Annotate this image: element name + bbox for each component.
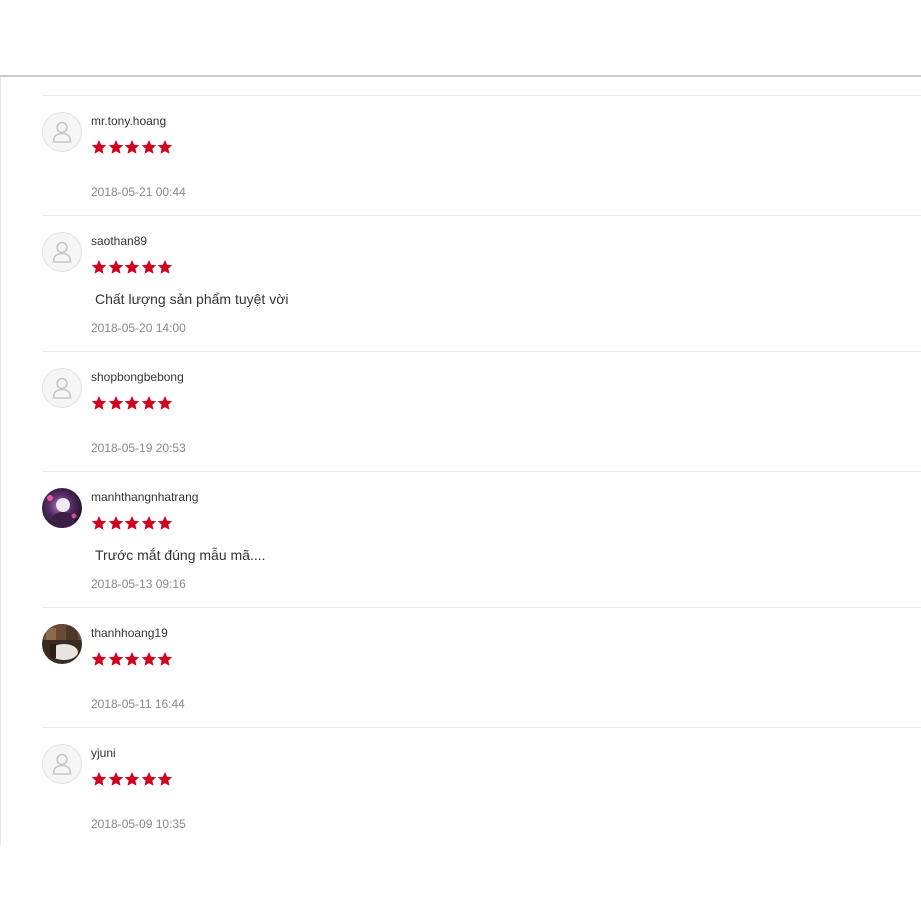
review-author[interactable]: manhthangnhatrang bbox=[91, 490, 198, 504]
review-comment: Trước mắt đúng mẫu mã.... bbox=[95, 547, 266, 563]
star-icon bbox=[124, 140, 140, 154]
review-date: 2018-05-11 16:44 bbox=[91, 697, 185, 711]
avatar[interactable] bbox=[42, 744, 82, 784]
review-item: mr.tony.hoang 2018-05-21 00:44 bbox=[42, 95, 921, 215]
review-item: saothan89 Chất lượng sản phẩm tuyệt vời … bbox=[42, 215, 921, 351]
star-icon bbox=[108, 772, 123, 786]
star-icon bbox=[91, 396, 107, 410]
star-icon bbox=[141, 396, 156, 410]
star-rating bbox=[91, 395, 174, 411]
star-icon bbox=[91, 516, 107, 530]
star-rating bbox=[91, 259, 174, 275]
review-author[interactable]: thanhhoang19 bbox=[91, 626, 168, 640]
review-author[interactable]: yjuni bbox=[91, 746, 116, 760]
user-photo-avatar bbox=[42, 488, 82, 528]
review-comment: Chất lượng sản phẩm tuyệt vời bbox=[95, 291, 289, 307]
avatar[interactable] bbox=[42, 488, 82, 528]
avatar[interactable] bbox=[42, 624, 82, 664]
star-icon bbox=[124, 396, 140, 410]
star-icon bbox=[124, 516, 140, 530]
star-icon bbox=[141, 260, 156, 274]
star-rating bbox=[91, 515, 174, 531]
star-icon bbox=[108, 260, 123, 274]
review-author[interactable]: mr.tony.hoang bbox=[91, 114, 166, 128]
top-blank-area bbox=[0, 0, 921, 75]
review-date: 2018-05-19 20:53 bbox=[91, 441, 186, 455]
star-icon bbox=[157, 772, 173, 786]
star-icon bbox=[108, 516, 123, 530]
user-photo-avatar bbox=[42, 624, 82, 664]
star-rating bbox=[91, 771, 174, 787]
star-rating bbox=[91, 651, 174, 667]
star-icon bbox=[141, 772, 156, 786]
review-author[interactable]: saothan89 bbox=[91, 234, 147, 248]
review-date: 2018-05-20 14:00 bbox=[91, 321, 186, 335]
avatar[interactable] bbox=[42, 232, 82, 272]
review-date: 2018-05-13 09:16 bbox=[91, 577, 186, 591]
star-icon bbox=[157, 396, 173, 410]
star-icon bbox=[157, 140, 173, 154]
star-icon bbox=[157, 516, 173, 530]
star-icon bbox=[108, 140, 123, 154]
avatar[interactable] bbox=[42, 112, 82, 152]
star-icon bbox=[124, 260, 140, 274]
review-item: manhthangnhatrang Trước mắt đúng mẫu mã.… bbox=[42, 471, 921, 607]
review-date: 2018-05-09 10:35 bbox=[91, 817, 186, 831]
review-date: 2018-05-21 00:44 bbox=[91, 185, 186, 199]
default-user-icon bbox=[52, 241, 72, 263]
reviews-panel: mr.tony.hoang 2018-05-21 00:44 saothan89… bbox=[0, 77, 921, 845]
star-rating bbox=[91, 139, 174, 155]
review-item: shopbongbebong 2018-05-19 20:53 bbox=[42, 351, 921, 471]
star-icon bbox=[124, 652, 140, 666]
star-icon bbox=[141, 652, 156, 666]
star-icon bbox=[157, 260, 173, 274]
review-list: mr.tony.hoang 2018-05-21 00:44 saothan89… bbox=[42, 95, 921, 847]
star-icon bbox=[91, 140, 107, 154]
star-icon bbox=[157, 652, 173, 666]
star-icon bbox=[141, 516, 156, 530]
star-icon bbox=[91, 772, 107, 786]
avatar[interactable] bbox=[42, 368, 82, 408]
review-item: thanhhoang19 2018-05-11 16:44 bbox=[42, 607, 921, 727]
star-icon bbox=[108, 396, 123, 410]
star-icon bbox=[91, 260, 107, 274]
default-user-icon bbox=[52, 753, 72, 775]
default-user-icon bbox=[52, 121, 72, 143]
review-item: yjuni 2018-05-09 10:35 bbox=[42, 727, 921, 847]
review-author[interactable]: shopbongbebong bbox=[91, 370, 184, 384]
star-icon bbox=[124, 772, 140, 786]
default-user-icon bbox=[52, 377, 72, 399]
star-icon bbox=[108, 652, 123, 666]
star-icon bbox=[91, 652, 107, 666]
star-icon bbox=[141, 140, 156, 154]
